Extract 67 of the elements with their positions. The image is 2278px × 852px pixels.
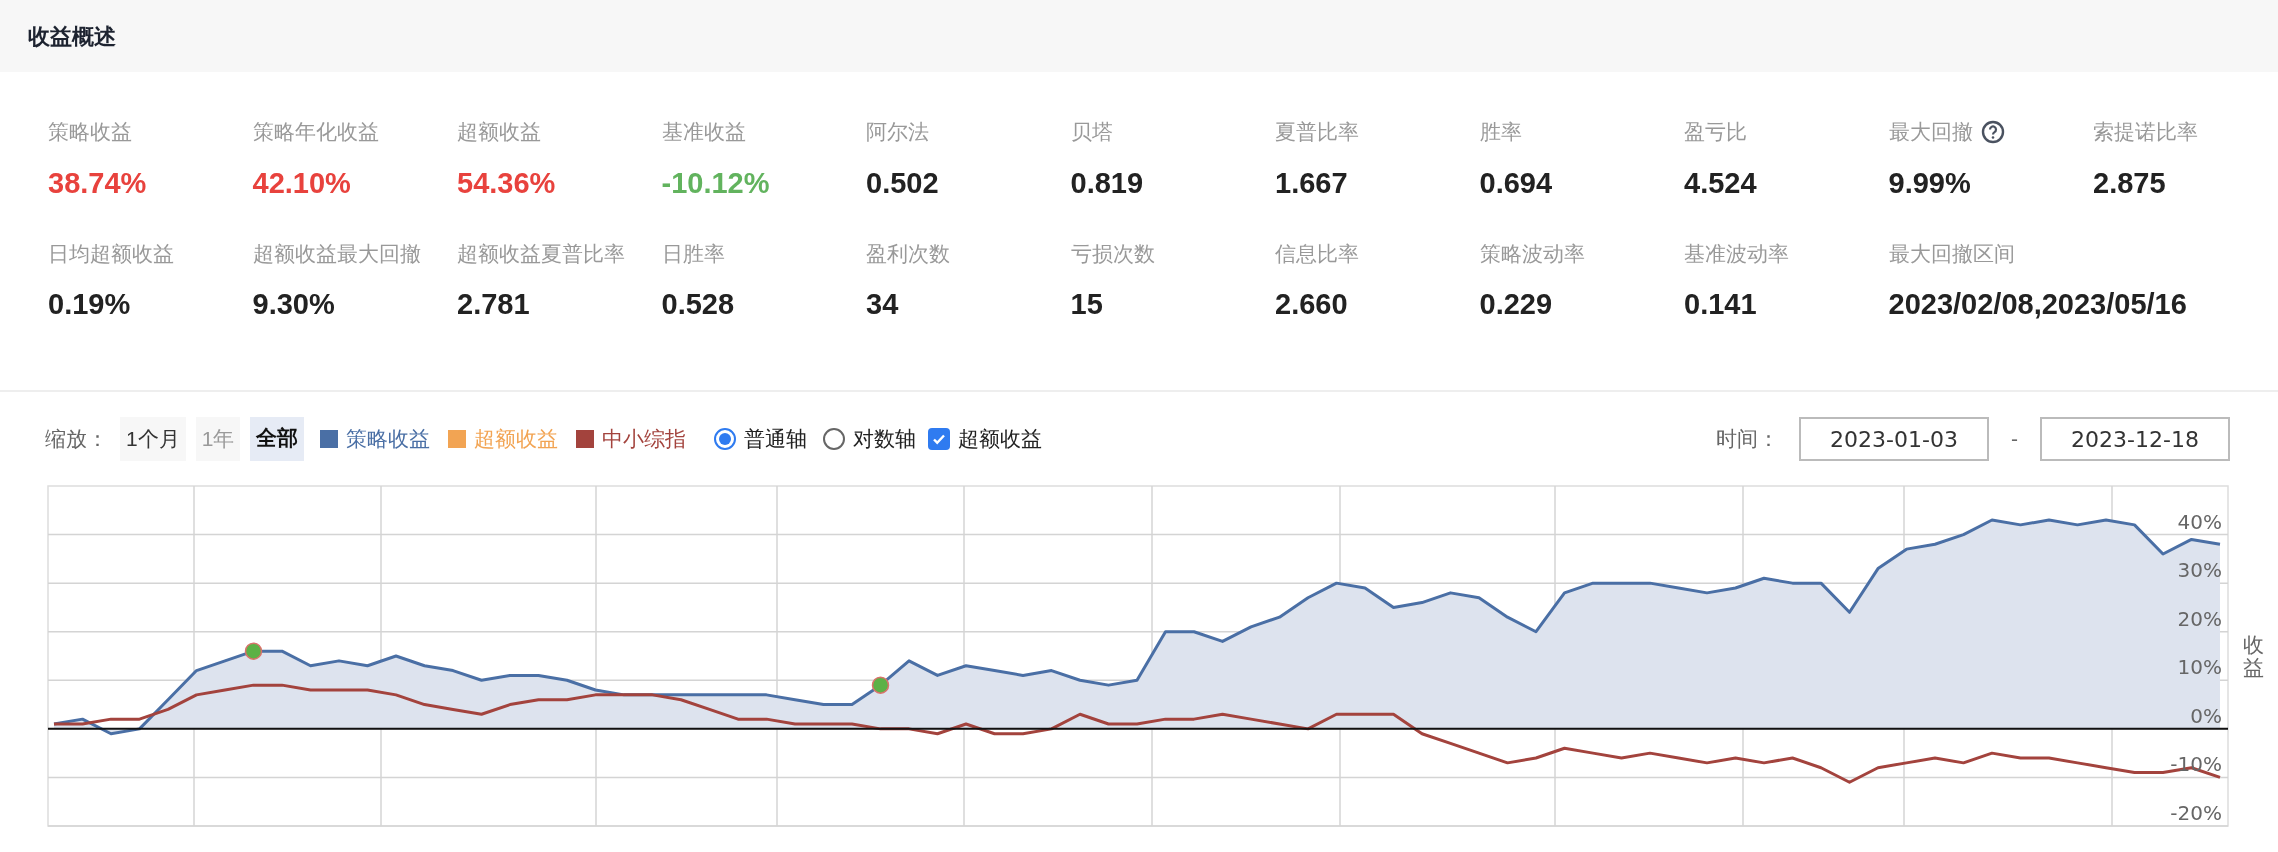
metric-label: 盈利次数 bbox=[866, 240, 950, 267]
metric-label: 基准波动率 bbox=[1684, 240, 1789, 267]
metric-value: 2.875 bbox=[2093, 167, 2166, 201]
metric-label: 超额收益 bbox=[457, 119, 541, 146]
radio-label: 普通轴 bbox=[744, 426, 808, 453]
metric-value: 38.74% bbox=[48, 167, 147, 201]
trade-markers[interactable] bbox=[244, 642, 890, 694]
metric-label: 索提诺比率 bbox=[2093, 119, 2198, 146]
legend-label[interactable]: 策略收益 bbox=[346, 423, 431, 455]
metric-value: 4.524 bbox=[1684, 167, 1757, 201]
metric-label: 阿尔法 bbox=[866, 119, 929, 146]
metric-label: 策略年化收益 bbox=[252, 119, 379, 146]
metric-label: 亏损次数 bbox=[1070, 240, 1155, 267]
metric-value: 0.819 bbox=[1070, 167, 1144, 201]
metric-value: 15 bbox=[1070, 288, 1103, 322]
zoom-button[interactable]: 全部 bbox=[250, 417, 305, 461]
date-separator: - bbox=[2011, 426, 2018, 453]
metric-value: 9.99% bbox=[1888, 167, 1971, 201]
radio-button[interactable] bbox=[823, 428, 846, 450]
metric-value: 9.30% bbox=[252, 288, 335, 322]
checkbox[interactable] bbox=[928, 428, 951, 450]
legend-label[interactable]: 中小综指 bbox=[602, 423, 687, 455]
y-tick-label: -20% bbox=[2170, 801, 2222, 825]
metric-value: 0.528 bbox=[661, 288, 735, 322]
axis-title: 收益 bbox=[2242, 632, 2264, 680]
metric-value: 54.36% bbox=[457, 167, 556, 201]
y-tick-label: 0% bbox=[2190, 703, 2222, 728]
metric-label: 日均超额收益 bbox=[48, 240, 174, 267]
y-tick-label: 10% bbox=[2177, 655, 2222, 680]
metric-value: 0.694 bbox=[1479, 167, 1553, 201]
y-tick-label: 40% bbox=[2177, 509, 2222, 534]
metric-value: 1.667 bbox=[1275, 167, 1348, 201]
metric-label: 超额收益夏普比率 bbox=[457, 240, 625, 267]
date-field[interactable]: 2023-12-18 bbox=[2040, 417, 2230, 461]
metric-label: 贝塔 bbox=[1070, 119, 1113, 146]
metric-label: 胜率 bbox=[1479, 119, 1522, 146]
metric-label: 夏普比率 bbox=[1275, 119, 1359, 146]
metric-label: 最大回撤区间 bbox=[1888, 240, 2015, 267]
metric-value: 0.502 bbox=[866, 167, 939, 201]
metric-label: 策略收益 bbox=[48, 119, 132, 146]
date-label: 时间： bbox=[1716, 426, 1779, 453]
y-tick-label: 30% bbox=[2177, 558, 2222, 583]
metric-label: 日胜率 bbox=[661, 240, 725, 267]
metric-value: 2.660 bbox=[1275, 288, 1348, 322]
metric-value: 2.781 bbox=[457, 288, 530, 322]
checkbox-label: 超额收益 bbox=[958, 426, 1043, 453]
metric-value: 34 bbox=[866, 288, 899, 322]
radio-button[interactable] bbox=[714, 428, 737, 450]
metric-label: 策略波动率 bbox=[1479, 240, 1585, 267]
metric-value: -10.12% bbox=[661, 167, 770, 201]
metric-label: 信息比率 bbox=[1275, 240, 1359, 267]
radio-label: 对数轴 bbox=[853, 426, 917, 453]
zoom-button[interactable]: 1个月 bbox=[120, 417, 186, 461]
y-tick-label: 20% bbox=[2177, 606, 2222, 631]
metric-label: 盈亏比 bbox=[1684, 119, 1747, 146]
help-icon[interactable] bbox=[1980, 120, 2005, 144]
metric-value: 0.229 bbox=[1479, 288, 1553, 322]
metric-label: 超额收益最大回撤 bbox=[252, 240, 421, 267]
metric-value: 2023/02/08,2023/05/16 bbox=[1888, 288, 2187, 322]
zoom-label: 缩放： bbox=[45, 426, 108, 453]
date-field[interactable]: 2023-01-03 bbox=[1799, 417, 1989, 461]
metric-value: 0.19% bbox=[48, 288, 131, 322]
metric-value: 42.10% bbox=[252, 167, 351, 201]
metric-label: 最大回撤 bbox=[1888, 119, 1973, 146]
metric-label: 基准收益 bbox=[661, 119, 746, 146]
metric-value: 0.141 bbox=[1684, 288, 1757, 322]
section-title: 收益概述 bbox=[28, 22, 116, 51]
